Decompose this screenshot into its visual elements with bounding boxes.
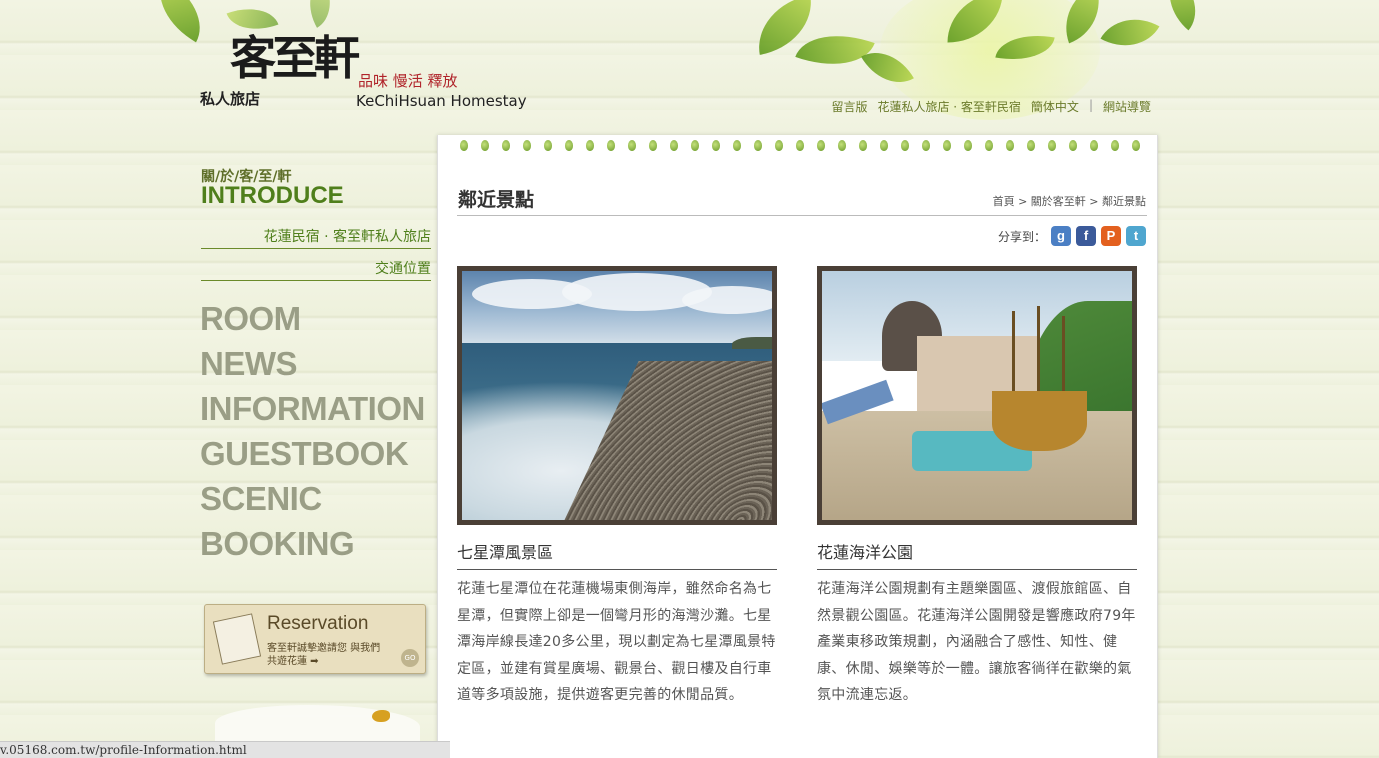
share-bar: 分享到： g f P t [998,226,1146,246]
page-title: 鄰近景點 [458,189,535,211]
sublink-transport[interactable]: 交通位置 [201,258,431,281]
breadcrumb[interactable]: 首頁 > 關於客至軒 > 鄰近景點 [993,193,1146,209]
nav-language-link[interactable]: 簡体中文 [1031,98,1079,115]
spot-title[interactable]: 七星潭風景區 [457,539,777,570]
plurk-share-icon[interactable]: P [1101,226,1121,246]
bird-icon [372,710,390,722]
binder-dots-decoration [460,140,1140,154]
go-button[interactable]: GO [401,649,419,667]
menu-item-room[interactable]: ROOM [200,296,425,341]
logo-name-big: 客至軒 [230,31,360,85]
google-share-icon[interactable]: g [1051,226,1071,246]
nav-sitemap-link[interactable]: 網站導覽 [1103,98,1151,115]
spot-photo-qixingtan[interactable] [457,266,777,525]
spot-card-qixingtan: 七星潭風景區 花蓮七星潭位在花蓮機場東側海岸，雖然命名為七星潭，但實際上卻是一個… [457,266,777,709]
spot-photo-ocean-park[interactable] [817,266,1137,525]
menu-item-booking[interactable]: BOOKING [200,521,425,566]
menu-item-information[interactable]: INFORMATION [200,386,425,431]
menu-item-scenic[interactable]: SCENIC [200,476,425,521]
spot-card-ocean-park: 花蓮海洋公園 花蓮海洋公園規劃有主題樂園區、渡假旅館區、自然景觀公園區。花蓮海洋… [817,266,1137,709]
logo-name-small: 私人旅店 [200,90,261,108]
twitter-share-icon[interactable]: t [1126,226,1146,246]
browser-status-bar: v.05168.com.tw/profile-Information.html [0,741,450,758]
nav-separator: | [1088,98,1093,112]
spot-description: 花蓮海洋公園規劃有主題樂園區、渡假旅館區、自然景觀公園區。花蓮海洋公園開發是響應… [817,581,1136,703]
sublink-homestay[interactable]: 花蓮民宿 · 客至軒私人旅店 [201,226,431,249]
sign-decoration [215,705,420,745]
main-menu: ROOM NEWS INFORMATION GUESTBOOK SCENIC B… [200,296,425,566]
section-title-en: INTRODUCE [201,182,344,209]
menu-item-news[interactable]: NEWS [200,341,425,386]
reservation-banner[interactable]: Reservation 客至軒誠摯邀請您 與我們 共遊花蓮 ➡ GO [204,604,426,674]
spot-title[interactable]: 花蓮海洋公園 [817,539,1137,570]
title-divider [457,215,1147,216]
calendar-icon [212,613,262,665]
reservation-line2: 共遊花蓮 ➡ [267,656,319,667]
reservation-title: Reservation [267,613,369,634]
logo-slogan: 品味 慢活 釋放 [358,72,458,90]
nav-mobile-link[interactable]: 留言版 [831,98,867,115]
top-nav: 留言版 花蓮私人旅店 · 客至軒民宿 簡体中文 | 網站導覽 [831,98,1151,115]
share-label: 分享到： [997,229,1046,244]
menu-item-guestbook[interactable]: GUESTBOOK [200,431,425,476]
site-logo[interactable]: 客至軒 私人旅店 品味 慢活 釋放 KeChiHsuan Homestay [200,22,540,117]
content-panel: 鄰近景點 首頁 > 關於客至軒 > 鄰近景點 分享到： g f P t 七星潭風… [437,135,1158,758]
facebook-share-icon[interactable]: f [1076,226,1096,246]
nav-site-name-link[interactable]: 花蓮私人旅店 · 客至軒民宿 [877,98,1020,115]
logo-name-en: KeChiHsuan Homestay [356,92,527,110]
spot-description: 花蓮七星潭位在花蓮機場東側海岸，雖然命名為七星潭，但實際上卻是一個彎月形的海灣沙… [457,581,776,703]
